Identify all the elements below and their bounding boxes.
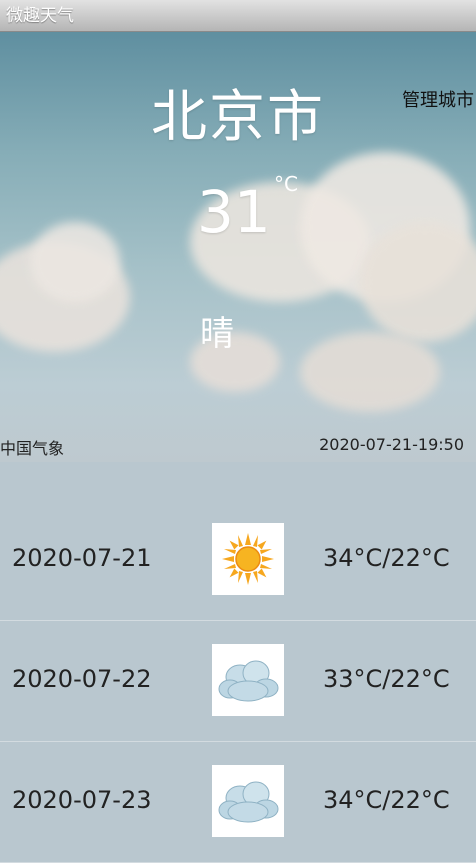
cloudy-icon (212, 765, 284, 837)
app-title-bar: 微趣天气 (0, 0, 476, 32)
forecast-row[interactable]: 2020-07-21 34°C/22°C (0, 500, 476, 621)
forecast-row[interactable]: 2020-07-22 33°C/22°C (0, 621, 476, 742)
current-temperature: 31 (197, 178, 271, 246)
forecast-list: 2020-07-21 34°C/22°C 2020-07-22 33°C/22°… (0, 500, 476, 863)
cloudy-icon (212, 644, 284, 716)
forecast-date: 2020-07-23 (12, 786, 152, 814)
cloud-decoration (360, 222, 476, 342)
forecast-date: 2020-07-21 (12, 544, 152, 572)
cloud-decoration (30, 222, 120, 302)
city-name: 北京市 (151, 85, 325, 150)
current-weather-panel: 北京市 管理城市 31 °C 晴 中国气象 2020-07-21-19:50 (0, 32, 476, 462)
manage-cities-button[interactable]: 管理城市 (402, 86, 474, 112)
app-title: 微趣天气 (6, 6, 74, 26)
temperature-unit: °C (274, 172, 298, 196)
forecast-temperature-range: 34°C/22°C (323, 544, 450, 572)
forecast-date: 2020-07-22 (12, 665, 152, 693)
forecast-row[interactable]: 2020-07-23 34°C/22°C (0, 742, 476, 863)
weather-condition: 晴 (200, 314, 234, 354)
forecast-temperature-range: 34°C/22°C (323, 786, 450, 814)
sunny-icon (212, 523, 284, 595)
cloud-decoration (300, 332, 440, 412)
data-source: 中国气象 (0, 439, 65, 458)
forecast-temperature-range: 33°C/22°C (323, 665, 450, 693)
update-time: 2020-07-21-19:50 (319, 435, 464, 454)
